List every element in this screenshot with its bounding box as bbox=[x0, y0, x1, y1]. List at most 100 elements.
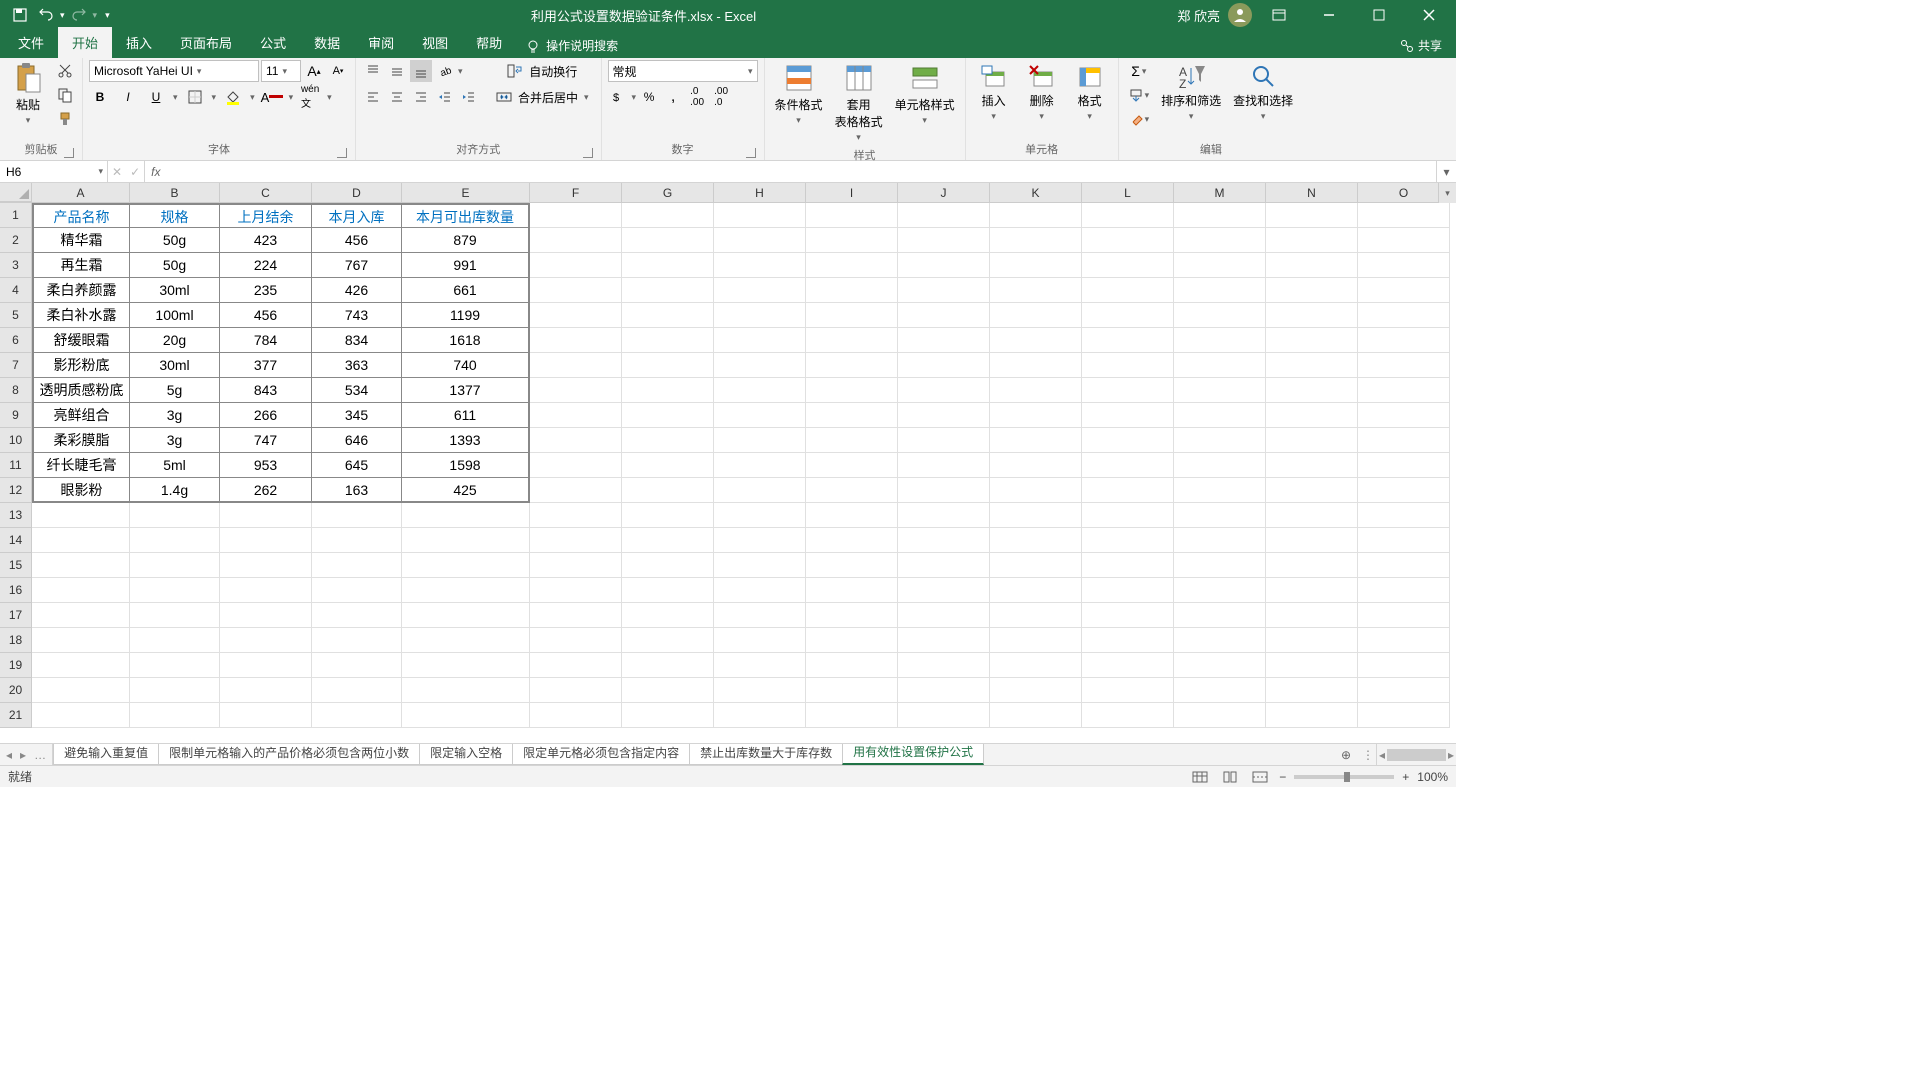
cell[interactable] bbox=[1174, 678, 1266, 703]
tab-插入[interactable]: 插入 bbox=[112, 27, 166, 58]
cell[interactable] bbox=[1266, 453, 1358, 478]
cell[interactable] bbox=[714, 603, 806, 628]
cell[interactable]: 舒缓眼霜 bbox=[32, 328, 130, 353]
cell[interactable]: 1618 bbox=[402, 328, 530, 353]
col-header-F[interactable]: F bbox=[530, 183, 622, 202]
cell[interactable] bbox=[220, 578, 312, 603]
decrease-indent-button[interactable] bbox=[434, 86, 456, 108]
row-header-2[interactable]: 2 bbox=[0, 228, 32, 253]
sheet-nav-next-icon[interactable]: ▸ bbox=[20, 748, 26, 762]
cell[interactable] bbox=[990, 578, 1082, 603]
cell[interactable] bbox=[806, 478, 898, 503]
cell[interactable] bbox=[806, 628, 898, 653]
cell[interactable] bbox=[530, 678, 622, 703]
cell[interactable] bbox=[530, 328, 622, 353]
cell[interactable] bbox=[714, 528, 806, 553]
share-button[interactable]: 共享 bbox=[1386, 33, 1456, 58]
cell[interactable] bbox=[714, 353, 806, 378]
cell[interactable] bbox=[1082, 253, 1174, 278]
cell[interactable] bbox=[1358, 203, 1450, 228]
cell[interactable]: 843 bbox=[220, 378, 312, 403]
cell[interactable] bbox=[1082, 528, 1174, 553]
cell[interactable] bbox=[1174, 428, 1266, 453]
cell[interactable]: 363 bbox=[312, 353, 402, 378]
cell[interactable] bbox=[990, 428, 1082, 453]
col-header-G[interactable]: G bbox=[622, 183, 714, 202]
row-header-11[interactable]: 11 bbox=[0, 453, 32, 478]
cell[interactable] bbox=[622, 428, 714, 453]
sheet-nav-more-icon[interactable]: … bbox=[34, 748, 46, 762]
row-header-16[interactable]: 16 bbox=[0, 578, 32, 603]
cell[interactable] bbox=[312, 503, 402, 528]
expand-formula-bar-icon[interactable]: ▾ bbox=[1436, 161, 1456, 182]
page-break-view-button[interactable] bbox=[1249, 768, 1271, 786]
cell[interactable] bbox=[714, 253, 806, 278]
cell[interactable] bbox=[220, 653, 312, 678]
cell[interactable] bbox=[990, 403, 1082, 428]
row-header-7[interactable]: 7 bbox=[0, 353, 32, 378]
cell[interactable] bbox=[622, 553, 714, 578]
cell[interactable] bbox=[622, 603, 714, 628]
cell[interactable]: 1377 bbox=[402, 378, 530, 403]
cell[interactable] bbox=[1358, 353, 1450, 378]
row-header-12[interactable]: 12 bbox=[0, 478, 32, 503]
cell[interactable] bbox=[312, 628, 402, 653]
font-color-button[interactable]: A bbox=[261, 86, 283, 108]
page-layout-view-button[interactable] bbox=[1219, 768, 1241, 786]
row-header-19[interactable]: 19 bbox=[0, 653, 32, 678]
cell[interactable]: 本月可出库数量 bbox=[402, 203, 530, 228]
cell[interactable] bbox=[1266, 403, 1358, 428]
cell[interactable]: 眼影粉 bbox=[32, 478, 130, 503]
cell[interactable] bbox=[714, 578, 806, 603]
cell[interactable] bbox=[806, 678, 898, 703]
cell-styles-button[interactable]: 单元格样式▾ bbox=[891, 60, 959, 128]
cell[interactable] bbox=[32, 603, 130, 628]
cell[interactable]: 1393 bbox=[402, 428, 530, 453]
cell[interactable] bbox=[1082, 353, 1174, 378]
cell[interactable] bbox=[1174, 253, 1266, 278]
cell[interactable]: 345 bbox=[312, 403, 402, 428]
cell[interactable] bbox=[714, 453, 806, 478]
cell[interactable] bbox=[990, 378, 1082, 403]
cell[interactable] bbox=[1358, 378, 1450, 403]
sheet-tab[interactable]: 限定输入空格 bbox=[419, 744, 513, 765]
cell[interactable]: 3g bbox=[130, 428, 220, 453]
col-header-K[interactable]: K bbox=[990, 183, 1082, 202]
cell[interactable] bbox=[898, 678, 990, 703]
cell[interactable] bbox=[898, 453, 990, 478]
cell[interactable] bbox=[1266, 553, 1358, 578]
cell[interactable] bbox=[32, 703, 130, 728]
cell[interactable] bbox=[714, 503, 806, 528]
cell[interactable] bbox=[1266, 228, 1358, 253]
tab-页面布局[interactable]: 页面布局 bbox=[166, 27, 246, 58]
cancel-icon[interactable]: ✕ bbox=[112, 165, 122, 179]
maximize-icon[interactable] bbox=[1356, 1, 1402, 29]
cell[interactable] bbox=[622, 503, 714, 528]
sort-filter-button[interactable]: AZ 排序和筛选▾ bbox=[1157, 60, 1225, 124]
cell[interactable] bbox=[806, 378, 898, 403]
cell[interactable] bbox=[402, 553, 530, 578]
cell[interactable] bbox=[990, 228, 1082, 253]
decrease-decimal-button[interactable]: .00.0 bbox=[710, 86, 732, 108]
col-header-L[interactable]: L bbox=[1082, 183, 1174, 202]
row-header-1[interactable]: 1 bbox=[0, 203, 32, 228]
cell[interactable] bbox=[1174, 653, 1266, 678]
cell[interactable] bbox=[714, 653, 806, 678]
cell[interactable] bbox=[1266, 378, 1358, 403]
cell[interactable]: 834 bbox=[312, 328, 402, 353]
cell[interactable] bbox=[1266, 578, 1358, 603]
cell[interactable]: 262 bbox=[220, 478, 312, 503]
tab-开始[interactable]: 开始 bbox=[58, 27, 112, 58]
cell[interactable] bbox=[130, 528, 220, 553]
cell[interactable] bbox=[806, 503, 898, 528]
align-top-button[interactable] bbox=[362, 60, 384, 82]
cell[interactable] bbox=[32, 528, 130, 553]
cell[interactable] bbox=[1266, 303, 1358, 328]
cell[interactable] bbox=[1082, 703, 1174, 728]
cell[interactable] bbox=[898, 528, 990, 553]
cell[interactable] bbox=[714, 378, 806, 403]
sheet-tab[interactable]: 禁止出库数量大于库存数 bbox=[689, 744, 843, 765]
col-header-H[interactable]: H bbox=[714, 183, 806, 202]
align-left-button[interactable] bbox=[362, 86, 384, 108]
cell[interactable] bbox=[806, 303, 898, 328]
